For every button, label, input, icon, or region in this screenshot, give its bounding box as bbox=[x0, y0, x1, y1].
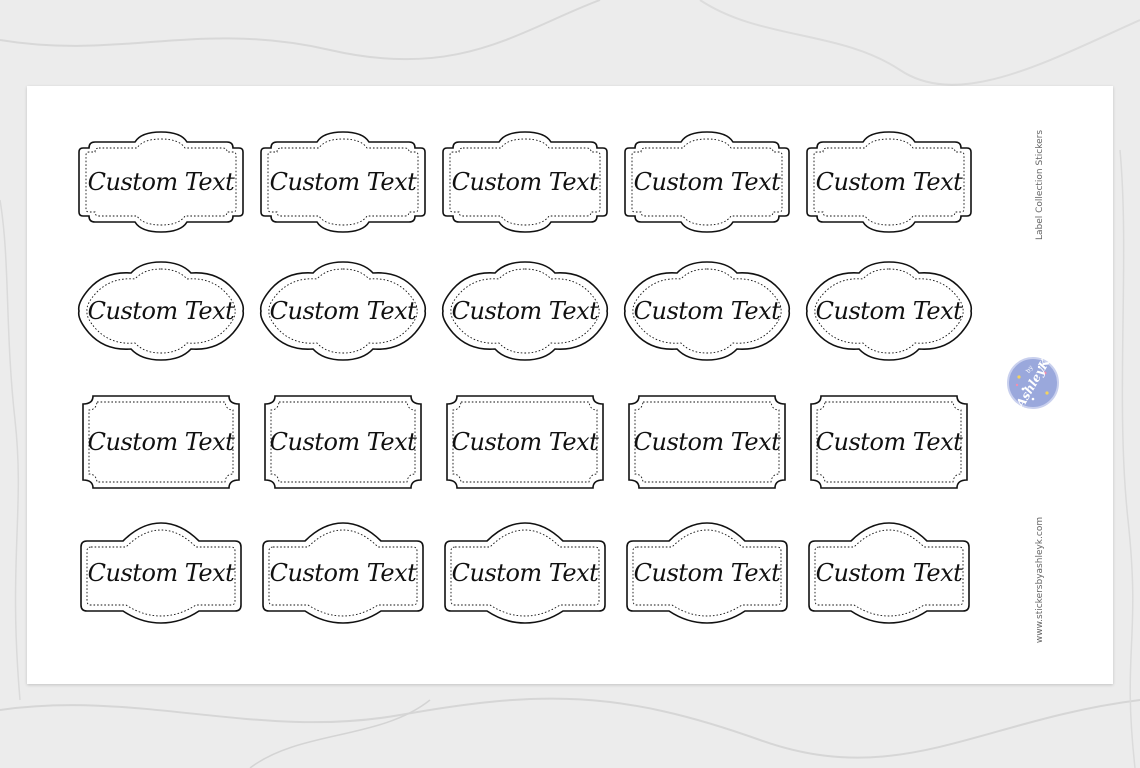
sticker-label: Custom Text bbox=[269, 168, 417, 196]
sticker-scalloped-oval: Custom Text bbox=[805, 259, 973, 363]
sticker-label: Custom Text bbox=[451, 297, 599, 325]
sticker-notched-rectangle: Custom Text bbox=[77, 390, 245, 494]
sticker-notched-rectangle: Custom Text bbox=[259, 390, 427, 494]
ashleyk-logo: by AshleyK bbox=[1007, 356, 1059, 410]
sticker-arched-tab: Custom Text bbox=[441, 130, 609, 234]
sticker-scalloped-oval: Custom Text bbox=[623, 259, 791, 363]
sheet-title: Label Collection Stickers bbox=[1010, 115, 1070, 255]
sticker-arched-tab: Custom Text bbox=[805, 130, 973, 234]
sticker-notched-rectangle: Custom Text bbox=[623, 390, 791, 494]
sticker-label: Custom Text bbox=[451, 559, 599, 587]
sticker-dome-rectangle: Custom Text bbox=[441, 521, 609, 625]
sticker-label: Custom Text bbox=[87, 559, 235, 587]
website-url: www.stickersbyashleyk.com bbox=[1010, 505, 1070, 655]
sticker-label: Custom Text bbox=[815, 168, 963, 196]
sticker-label: Custom Text bbox=[633, 297, 781, 325]
sticker-arched-tab: Custom Text bbox=[77, 130, 245, 234]
sticker-dome-rectangle: Custom Text bbox=[623, 521, 791, 625]
sticker-scalloped-oval: Custom Text bbox=[259, 259, 427, 363]
sticker-label: Custom Text bbox=[87, 297, 235, 325]
sheet-title-text: Label Collection Stickers bbox=[1035, 129, 1045, 241]
sticker-label: Custom Text bbox=[815, 297, 963, 325]
sticker-label: Custom Text bbox=[87, 428, 235, 456]
sticker-label: Custom Text bbox=[87, 168, 235, 196]
sticker-label: Custom Text bbox=[815, 559, 963, 587]
sticker-arched-tab: Custom Text bbox=[623, 130, 791, 234]
sticker-label: Custom Text bbox=[451, 168, 599, 196]
sticker-dome-rectangle: Custom Text bbox=[805, 521, 973, 625]
sticker-arched-tab: Custom Text bbox=[259, 130, 427, 234]
sticker-label: Custom Text bbox=[269, 428, 417, 456]
sticker-label: Custom Text bbox=[269, 297, 417, 325]
sticker-dome-rectangle: Custom Text bbox=[77, 521, 245, 625]
sticker-label: Custom Text bbox=[633, 168, 781, 196]
sticker-notched-rectangle: Custom Text bbox=[441, 390, 609, 494]
sticker-label: Custom Text bbox=[815, 428, 963, 456]
sticker-scalloped-oval: Custom Text bbox=[77, 259, 245, 363]
sticker-notched-rectangle: Custom Text bbox=[805, 390, 973, 494]
sticker-label: Custom Text bbox=[633, 559, 781, 587]
sticker-label: Custom Text bbox=[451, 428, 599, 456]
sticker-dome-rectangle: Custom Text bbox=[259, 521, 427, 625]
sticker-label: Custom Text bbox=[269, 559, 417, 587]
sticker-label: Custom Text bbox=[633, 428, 781, 456]
website-url-text: www.stickersbyashleyk.com bbox=[1035, 516, 1045, 644]
sticker-scalloped-oval: Custom Text bbox=[441, 259, 609, 363]
